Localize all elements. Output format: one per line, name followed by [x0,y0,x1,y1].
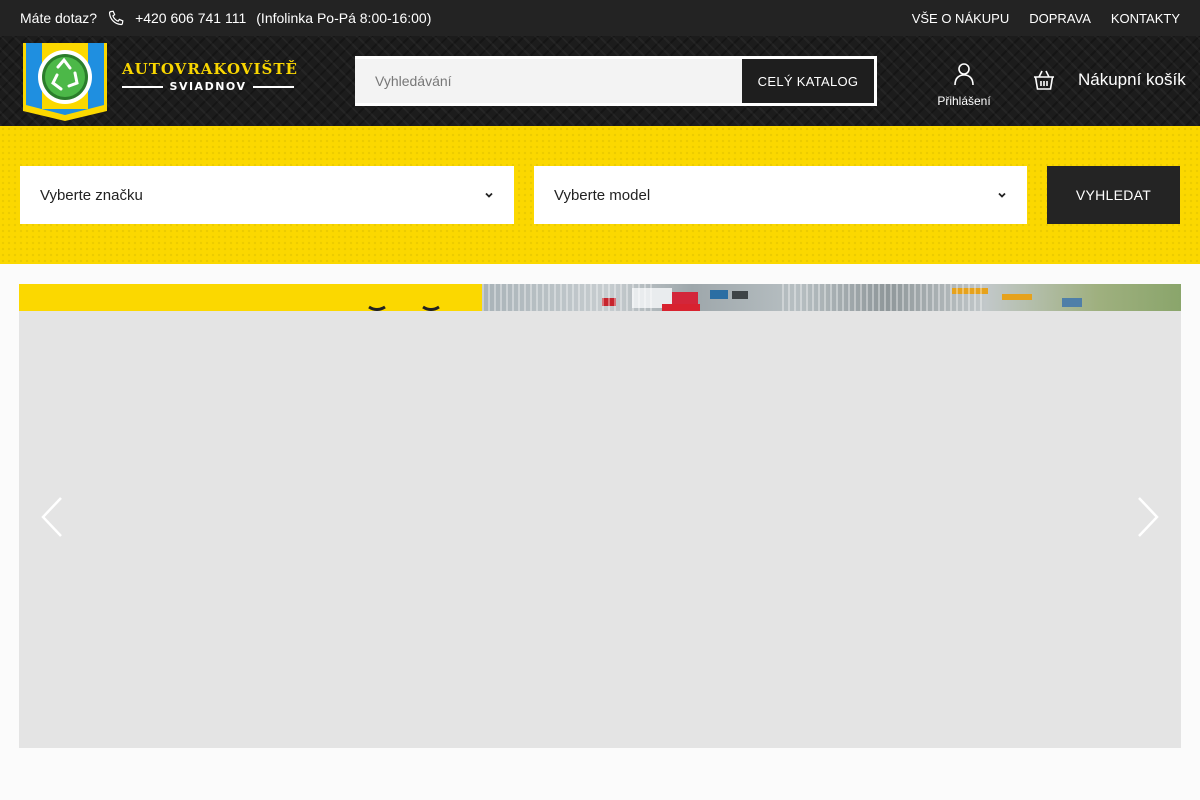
cart-label: Nákupní košík [1078,70,1186,89]
top-nav-link-shopping-info[interactable]: VŠE O NÁKUPU [912,11,1010,26]
vehicle-filter: Vyberte značku Vyberte model VYHLEDAT [0,126,1200,264]
phone-number-link[interactable]: +420 606 741 111 [135,10,246,26]
brand-rule-left [122,85,163,88]
question-label: Máte dotaz? [20,10,98,26]
slider-next-button[interactable] [1135,496,1161,538]
login-link[interactable]: Přihlášení [930,62,998,108]
login-label: Přihlášení [937,94,991,108]
hero-slider[interactable] [19,284,1181,748]
top-info-bar: Máte dotaz? +420 606 741 111 (Infolinka … [0,0,1200,36]
brand-location: SVIADNOV [169,80,247,93]
chevron-left-icon [41,497,62,537]
slide-graphic [368,305,440,311]
full-catalog-button[interactable]: CELÝ KATALOG [742,59,874,103]
brand-select[interactable]: Vyberte značku [20,166,514,224]
slide-photo [482,284,1181,311]
phone-icon [107,9,125,27]
brand-name: AUTOVRAKOVIŠTĚ [122,60,298,78]
user-icon [954,63,974,86]
hotline-hours: (Infolinka Po-Pá 8:00-16:00) [256,10,432,26]
cart-link[interactable]: Nákupní košík [1032,68,1186,92]
recycle-logo-icon[interactable] [22,43,108,121]
brand-wordmark[interactable]: AUTOVRAKOVIŠTĚ SVIADNOV [122,60,298,93]
slide-image [19,284,1181,311]
chevron-down-icon [485,192,493,198]
contact-info: Máte dotaz? +420 606 741 111 (Infolinka … [20,0,431,36]
chevron-down-icon [998,192,1006,198]
slider-prev-button[interactable] [39,496,65,538]
search-form: CELÝ KATALOG [355,56,877,106]
vehicle-search-button[interactable]: VYHLEDAT [1047,166,1180,224]
model-select[interactable]: Vyberte model [534,166,1027,224]
brand-rule-right [253,85,295,88]
main-header: AUTOVRAKOVIŠTĚ SVIADNOV CELÝ KATALOG Při… [0,36,1200,126]
brand-select-value: Vyberte značku [40,186,143,204]
chevron-right-icon [1138,497,1159,537]
basket-icon [1034,70,1054,90]
model-select-value: Vyberte model [554,186,651,204]
top-nav-link-shipping[interactable]: DOPRAVA [1029,11,1091,26]
top-nav-link-contacts[interactable]: KONTAKTY [1111,11,1180,26]
slide-yellow-panel [19,284,482,311]
top-nav: VŠE O NÁKUPU DOPRAVA KONTAKTY [912,0,1180,36]
search-input[interactable] [355,59,740,103]
